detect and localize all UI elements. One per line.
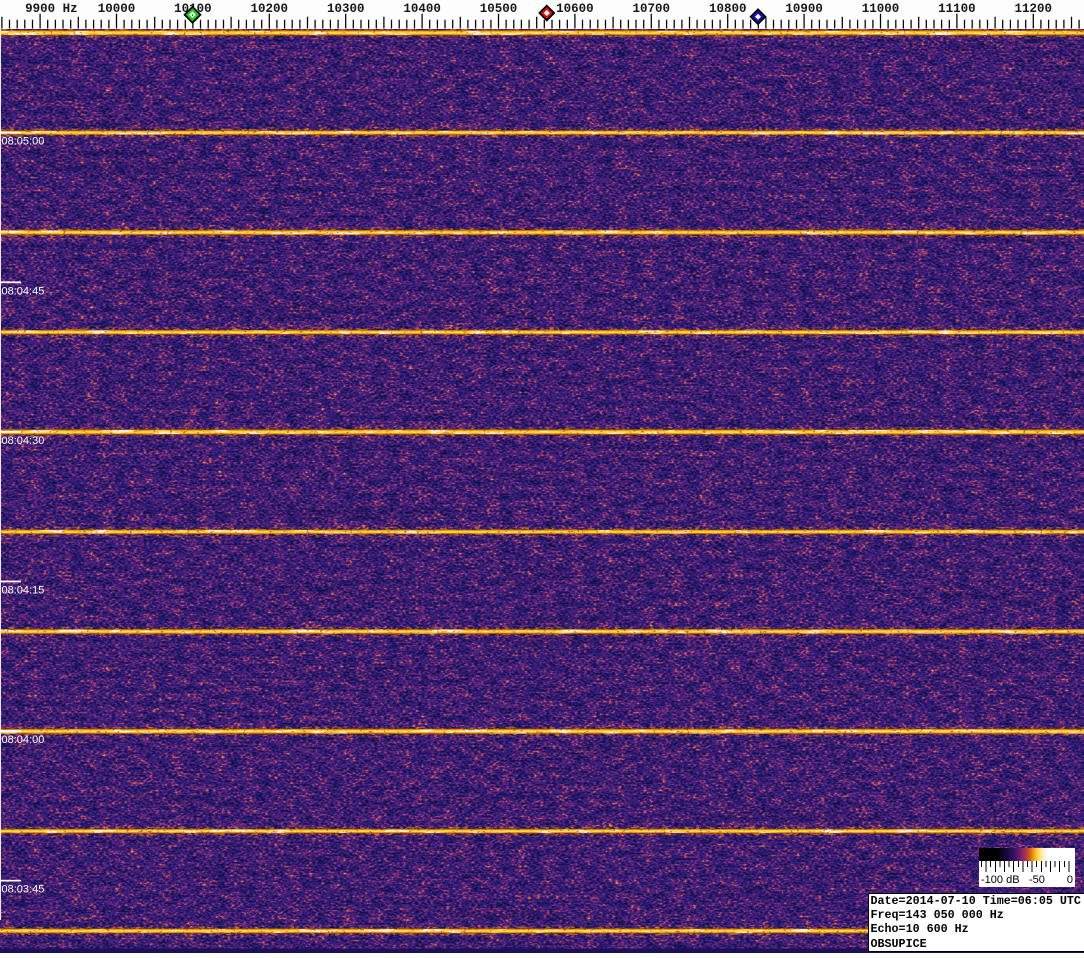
svg-text:10800: 10800 [709,2,747,16]
svg-text:9900 Hz: 9900 Hz [25,2,78,16]
svg-text:08:04:30: 08:04:30 [2,435,45,447]
svg-text:08:05:00: 08:05:00 [2,136,45,148]
svg-text:10000: 10000 [98,2,136,16]
svg-text:10400: 10400 [403,2,441,16]
svg-text:08:04:00: 08:04:00 [2,734,45,746]
svg-text:11200: 11200 [1015,2,1053,16]
svg-text:10600: 10600 [556,2,594,16]
svg-text:10500: 10500 [480,2,518,16]
svg-text:10900: 10900 [785,2,823,16]
svg-text:08:04:45: 08:04:45 [2,285,45,297]
svg-text:11000: 11000 [862,2,900,16]
svg-text:11100: 11100 [938,2,976,16]
svg-text:10700: 10700 [633,2,671,16]
svg-text:08:04:15: 08:04:15 [2,585,45,597]
svg-text:10300: 10300 [327,2,365,16]
svg-text:08:03:45: 08:03:45 [2,884,45,896]
svg-text:10200: 10200 [251,2,289,16]
